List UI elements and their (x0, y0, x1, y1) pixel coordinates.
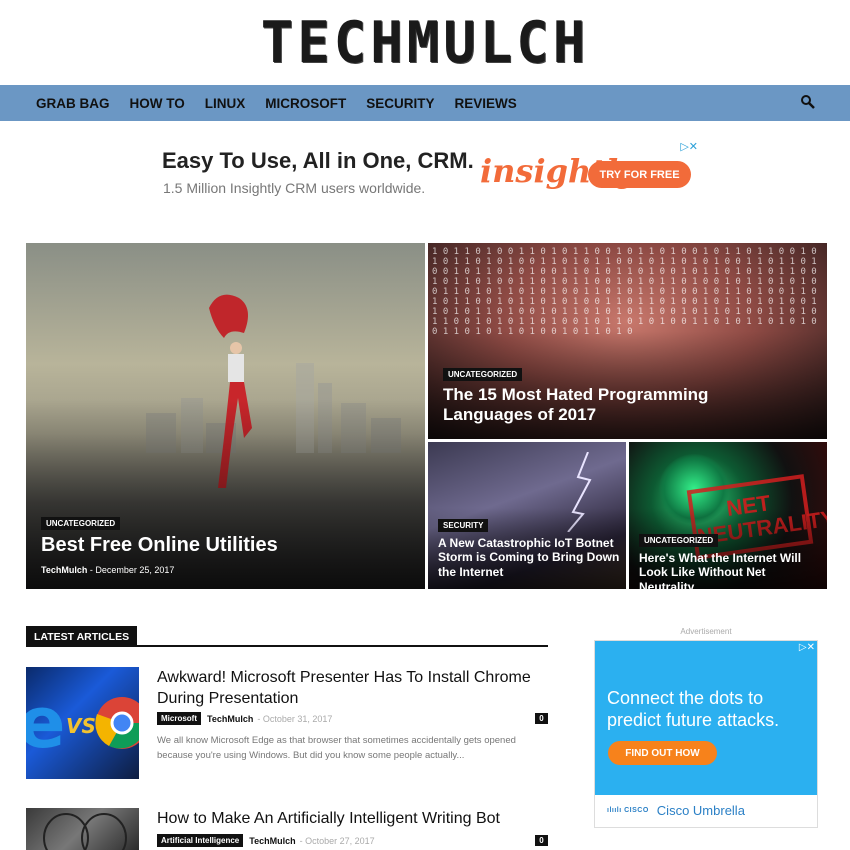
article-title[interactable]: Awkward! Microsoft Presenter Has To Inst… (157, 667, 547, 709)
nav-item-linux[interactable]: LINUX (205, 96, 246, 111)
post-title[interactable]: Best Free Online Utilities (41, 533, 278, 557)
category-badge[interactable]: UNCATEGORIZED (41, 517, 121, 530)
side-ad[interactable]: ▷✕ Connect the dots to predict future at… (594, 640, 818, 828)
adchoices-icon[interactable]: ▷✕ (680, 140, 698, 153)
ad-subtext: 1.5 Million Insightly CRM users worldwid… (163, 180, 426, 196)
ad-headline: Easy To Use, All in One, CRM. (162, 148, 474, 173)
nav-item-grab-bag[interactable]: GRAB BAG (36, 96, 110, 111)
svg-text:e: e (26, 682, 65, 764)
featured-post-4[interactable]: NET NEUTRALITY UNCATEGORIZED Here's What… (629, 442, 827, 589)
post-meta: TechMulch - December 25, 2017 (41, 565, 174, 575)
article-item: How to Make An Artificially Intelligent … (26, 808, 548, 850)
article-author[interactable]: TechMulch (207, 714, 253, 724)
post-title[interactable]: The 15 Most Hated Programming Languages … (443, 385, 743, 426)
featured-post-3[interactable]: SECURITY A New Catastrophic IoT Botnet S… (428, 442, 626, 589)
ad-cta-button[interactable]: FIND OUT HOW (608, 741, 717, 765)
site-logo[interactable]: TECHMULCH (261, 9, 590, 75)
ad-cta-button[interactable]: TRY FOR FREE (588, 161, 691, 188)
comment-count-badge[interactable]: 0 (535, 835, 548, 846)
main-nav: GRAB BAG HOW TO LINUX MICROSOFT SECURITY… (0, 85, 850, 121)
cisco-logo: ılıılı CISCO (607, 807, 649, 814)
ad-footer-text: Cisco Umbrella (656, 803, 745, 818)
meta-separator: - (257, 713, 261, 724)
category-badge[interactable]: UNCATEGORIZED (639, 534, 719, 547)
ad-footer: ılıılı CISCO Cisco Umbrella (607, 803, 745, 818)
post-title[interactable]: Here's What the Internet Will Look Like … (639, 551, 824, 589)
svg-text:VS: VS (66, 714, 96, 738)
adchoices-icon[interactable]: ▷✕ (798, 642, 815, 653)
post-date: December 25, 2017 (95, 565, 175, 575)
search-icon[interactable] (800, 94, 816, 110)
nav-item-microsoft[interactable]: MICROSOFT (265, 96, 346, 111)
article-thumbnail[interactable]: e VS (26, 667, 139, 779)
meta-separator: - (299, 835, 303, 846)
article-tag[interactable]: Artificial Intelligence (157, 834, 244, 847)
post-title[interactable]: A New Catastrophic IoT Botnet Storm is C… (438, 536, 623, 579)
article-author[interactable]: TechMulch (249, 836, 295, 846)
article-item: e VS Awkward! Microsoft Presenter Has To… (26, 667, 548, 779)
article-tag[interactable]: Microsoft (157, 712, 201, 725)
brain-image (43, 813, 127, 850)
post-author[interactable]: TechMulch (41, 565, 87, 575)
nav-item-how-to[interactable]: HOW TO (130, 96, 185, 111)
browser-vs-image: e VS (26, 682, 139, 764)
tile-overlay (26, 398, 425, 589)
category-badge[interactable]: UNCATEGORIZED (443, 368, 523, 381)
nav-item-reviews[interactable]: REVIEWS (455, 96, 517, 111)
meta-separator: - (89, 565, 93, 575)
top-ad-banner[interactable]: Easy To Use, All in One, CRM. 1.5 Millio… (150, 138, 702, 208)
section-title: LATEST ARTICLES (26, 626, 138, 647)
category-badge[interactable]: SECURITY (438, 519, 489, 532)
article-meta: Artificial Intelligence TechMulch - Octo… (157, 834, 375, 847)
site-header: TECHMULCH (0, 0, 850, 85)
article-thumbnail[interactable] (26, 808, 139, 850)
comment-count-badge[interactable]: 0 (535, 713, 548, 724)
article-meta: Microsoft TechMulch - October 31, 2017 (157, 712, 332, 725)
article-date: October 31, 2017 (262, 713, 333, 724)
latest-articles-header: LATEST ARTICLES (26, 626, 548, 647)
nav-item-security[interactable]: SECURITY (366, 96, 434, 111)
article-title[interactable]: How to Make An Artificially Intelligent … (157, 808, 547, 829)
article-date: October 27, 2017 (305, 835, 375, 846)
ad-headline: Connect the dots to predict future attac… (607, 688, 780, 730)
article-excerpt: We all know Microsoft Edge as that brows… (157, 735, 516, 761)
featured-post-main[interactable]: UNCATEGORIZED Best Free Online Utilities… (26, 243, 425, 589)
advertisement-label: Advertisement (680, 627, 732, 636)
featured-post-2[interactable]: 1 0 1 1 0 1 0 0 1 1 0 1 0 1 1 0 0 1 0 1 … (428, 243, 827, 439)
